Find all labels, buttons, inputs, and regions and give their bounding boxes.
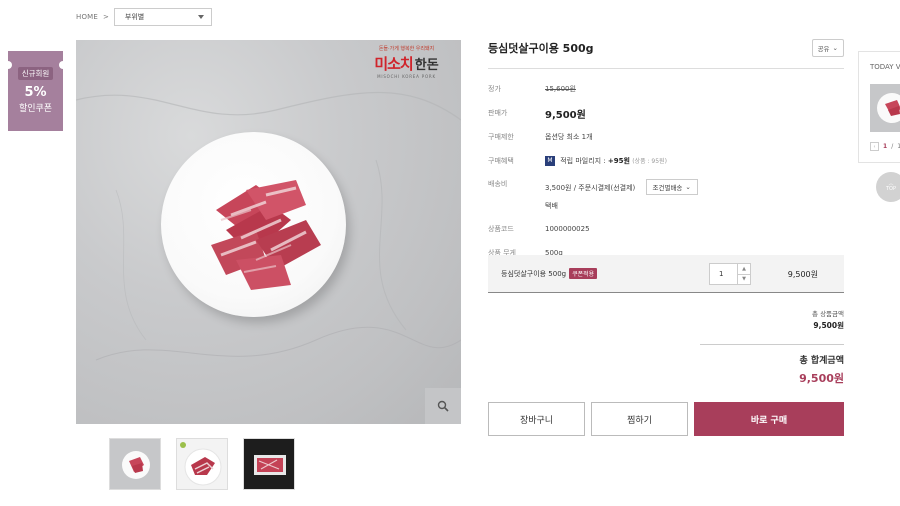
- shipping-condition-select[interactable]: 조건별배송 ⌄: [645, 179, 698, 195]
- share-label: 공유: [817, 45, 830, 53]
- today-view-pager: ‹ 1 / 1: [870, 142, 900, 151]
- row-product-code: 상품코드 1000000025: [488, 217, 844, 241]
- today-view-title: TODAY VIEW: [870, 63, 900, 71]
- shipping-value: 3,500원 / 주문시결제(선결제): [545, 184, 636, 192]
- today-view-item[interactable]: [870, 84, 900, 132]
- total-label: 총 합계금액: [799, 356, 844, 366]
- wishlist-button[interactable]: 찜하기: [591, 402, 688, 436]
- thumbnail-2[interactable]: [176, 438, 228, 490]
- share-button[interactable]: 공유 ⌄: [811, 39, 844, 57]
- thumbnail-3-image: [254, 455, 286, 475]
- total: 총 합계금액 9,500원: [799, 353, 844, 386]
- sale-price-label: 판매가: [488, 109, 508, 117]
- scroll-top-button[interactable]: ︿ TOP: [876, 172, 900, 202]
- buy-now-button[interactable]: 바로 구매: [694, 402, 844, 436]
- row-shipping: 배송비 3,500원 / 주문시결제(선결제) 조건별배송 ⌄ 택배: [488, 173, 844, 217]
- option-price: 9,500원: [787, 270, 818, 279]
- row-sale-price: 판매가 9,500원: [488, 101, 844, 125]
- total-value: 9,500원: [799, 372, 844, 385]
- quantity-stepper[interactable]: 1 ▲ ▼: [709, 263, 751, 285]
- option-name: 등심덧살구이용 500g: [501, 269, 567, 278]
- brand-tagline: 돈들·가게 행복한 우리돼지: [378, 46, 435, 52]
- brand-logo: 돈들·가게 행복한 우리돼지 미소치 한돈 MISOCHI KOREA PORK: [360, 45, 453, 79]
- brand-subtitle: MISOCHI KOREA PORK: [377, 74, 436, 79]
- mileage-sub: (상품 : 95원): [632, 158, 667, 165]
- mileage-icon: M: [545, 156, 555, 166]
- code-label: 상품코드: [488, 225, 514, 233]
- chevron-down-icon: [197, 15, 204, 19]
- chevron-down-icon: ⌄: [685, 183, 691, 191]
- thumbnail-list: [109, 438, 295, 490]
- search-icon: [437, 400, 449, 412]
- breadcrumb: HOME > 부위별: [76, 8, 212, 26]
- product-info: 등심덧살구이용 500g 공유 ⌄ 정가 15,600원 판매가 9,500원 …: [488, 38, 844, 265]
- quantity-decrease-button[interactable]: ▼: [738, 275, 750, 285]
- product-title: 등심덧살구이용 500g: [488, 42, 594, 55]
- action-buttons: 장바구니 찜하기 바로 구매: [488, 402, 844, 436]
- coupon-percent: 5%: [24, 85, 47, 100]
- zoom-button[interactable]: [425, 388, 461, 424]
- shipping-select-label: 조건별배송: [652, 184, 683, 192]
- shipping-method: 택배: [545, 202, 558, 210]
- category-select[interactable]: 부위별: [113, 8, 212, 26]
- chevron-down-icon: ⌄: [832, 44, 838, 52]
- quantity-increase-button[interactable]: ▲: [738, 264, 750, 275]
- pager-separator: /: [891, 143, 894, 150]
- today-view-thumbnail: [877, 93, 900, 123]
- product-main-image: 돈들·가게 행복한 우리돼지 미소치 한돈 MISOCHI KOREA PORK: [76, 40, 461, 424]
- row-purchase-limit: 구매제한 옵션당 최소 1개: [488, 125, 844, 149]
- today-view-panel: TODAY VIEW ‹ 1 / 1: [858, 51, 900, 163]
- limit-label: 구매제한: [488, 133, 514, 141]
- quantity-input[interactable]: 1: [710, 264, 737, 284]
- coupon-chip[interactable]: 쿠폰적용: [569, 268, 598, 279]
- coupon-tag: 신규회원: [17, 67, 54, 80]
- subtotal-label: 총 상품금액: [812, 310, 844, 318]
- thumbnail-3[interactable]: [243, 438, 295, 490]
- meat-pieces: [211, 180, 321, 290]
- mileage-amount: +95원: [607, 157, 630, 165]
- subtotal-value: 9,500원: [813, 321, 844, 330]
- limit-value: 옵션당 최소 1개: [545, 133, 593, 141]
- shipping-label: 배송비: [488, 180, 508, 188]
- category-select-value: 부위별: [124, 13, 145, 21]
- coupon-label: 할인쿠폰: [18, 104, 53, 114]
- add-to-cart-button[interactable]: 장바구니: [488, 402, 585, 436]
- thumbnail-1-image: [122, 451, 150, 479]
- chevron-left-icon[interactable]: ‹: [870, 142, 879, 151]
- top-label: TOP: [885, 186, 896, 192]
- regular-price: 15,600원: [545, 85, 576, 93]
- mileage-text: 적립 마일리지 :: [560, 157, 608, 165]
- selected-option: 등심덧살구이용 500g 쿠폰적용 1 ▲ ▼ 9,500원: [488, 255, 844, 293]
- title-divider: [488, 68, 844, 69]
- code-value: 1000000025: [545, 225, 590, 233]
- sale-price: 9,500원: [545, 109, 586, 121]
- row-benefit: 구매혜택 M 적립 마일리지 : +95원 (상품 : 95원): [488, 149, 844, 173]
- subtotal: 총 상품금액 9,500원: [812, 308, 844, 331]
- benefit-label: 구매혜택: [488, 157, 514, 165]
- pager-current: 1: [883, 143, 888, 150]
- thumbnail-1[interactable]: [109, 438, 161, 490]
- brand-name-b: 한돈: [414, 58, 439, 73]
- row-regular-price: 정가 15,600원: [488, 77, 844, 101]
- thumbnail-2-image: [180, 442, 222, 486]
- brand-name-a: 미소치: [374, 55, 413, 73]
- breadcrumb-home[interactable]: HOME: [76, 13, 98, 21]
- new-member-coupon-banner[interactable]: 신규회원 5% 할인쿠폰: [4, 51, 67, 131]
- breadcrumb-separator: >: [103, 13, 109, 21]
- total-divider: [700, 344, 844, 345]
- regular-price-label: 정가: [488, 85, 501, 93]
